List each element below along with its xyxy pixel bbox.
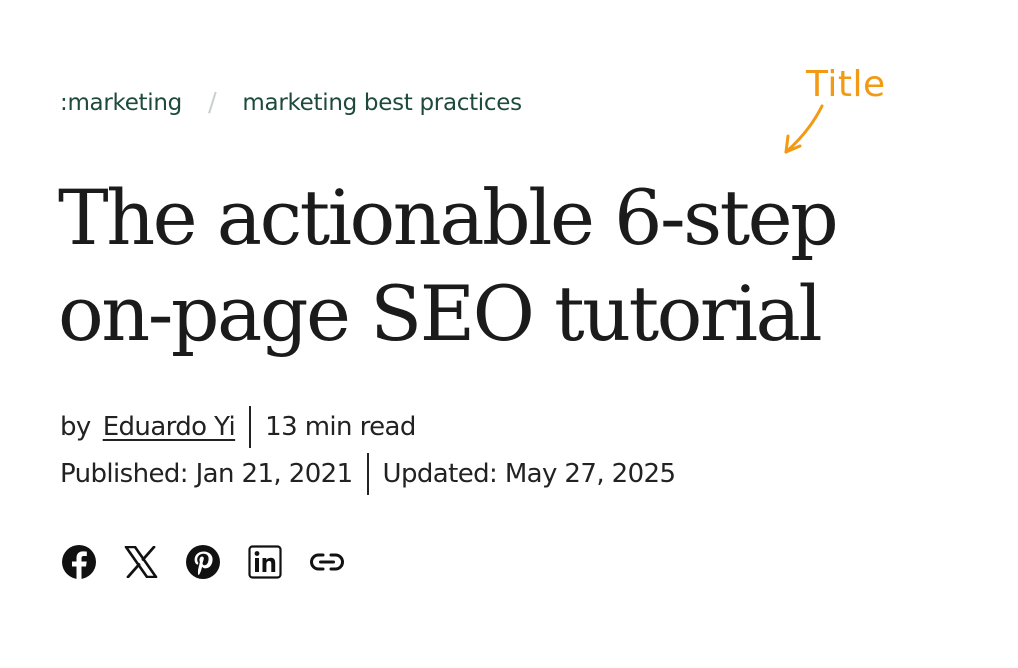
pinterest-share-button[interactable] <box>184 543 222 581</box>
pinterest-icon <box>186 545 220 579</box>
page-title: The actionable 6-step on-page SEO tutori… <box>58 173 839 358</box>
breadcrumb-item-marketing-best-practices[interactable]: marketing best practices <box>242 90 522 116</box>
x-share-button[interactable] <box>122 543 160 581</box>
link-icon <box>310 553 344 571</box>
by-label: by <box>60 412 91 442</box>
author-link[interactable]: Eduardo Yi <box>103 412 236 442</box>
linkedin-share-button[interactable] <box>246 543 284 581</box>
updated-date: Updated: May 27, 2025 <box>382 459 676 489</box>
facebook-share-button[interactable] <box>60 543 98 581</box>
linkedin-icon <box>248 545 282 579</box>
published-date: Published: Jan 21, 2021 <box>60 459 353 489</box>
read-time: 13 min read <box>265 412 416 442</box>
meta-divider <box>249 406 252 448</box>
dates-line: Published: Jan 21, 2021 Updated: May 27,… <box>60 453 676 495</box>
meta-divider <box>366 453 369 495</box>
x-icon <box>124 546 158 578</box>
copy-link-button[interactable] <box>308 543 346 581</box>
share-bar <box>60 543 370 581</box>
byline: by Eduardo Yi 13 min read <box>60 406 416 448</box>
facebook-icon <box>62 545 96 580</box>
breadcrumb-item-marketing[interactable]: :marketing <box>60 90 182 116</box>
breadcrumb: :marketing / marketing best practices <box>60 88 522 118</box>
annotation-arrow-icon <box>784 104 824 154</box>
breadcrumb-separator: / <box>207 88 217 118</box>
